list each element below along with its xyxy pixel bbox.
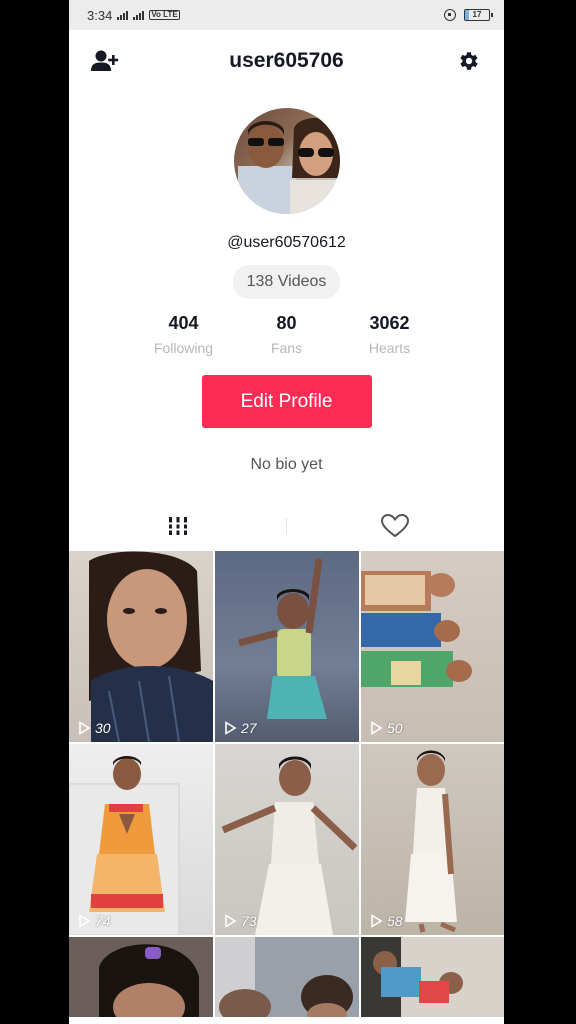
play-icon bbox=[225, 914, 237, 928]
tab-videos[interactable] bbox=[69, 501, 287, 551]
avatar-photo-person-2 bbox=[289, 118, 340, 214]
signal-icon bbox=[117, 10, 129, 20]
video-thumbnail[interactable] bbox=[361, 937, 504, 1017]
stat-label: Following bbox=[153, 340, 214, 356]
stat-label: Hearts bbox=[368, 340, 411, 356]
avatar[interactable] bbox=[233, 108, 340, 214]
page-title: user605706 bbox=[229, 49, 344, 72]
view-count: 73 bbox=[223, 913, 257, 929]
stat-value: 404 bbox=[168, 313, 199, 333]
play-icon bbox=[79, 914, 91, 928]
status-bar: 3:34 Vo LTE 17 bbox=[69, 0, 504, 30]
heart-icon bbox=[381, 514, 410, 538]
volte-badge: Vo LTE bbox=[149, 10, 180, 20]
stat-label: Fans bbox=[270, 340, 303, 356]
stat-fans[interactable]: 80 Fans bbox=[235, 313, 338, 356]
avatar-photo-person-1 bbox=[237, 121, 296, 214]
battery-icon: 17 bbox=[464, 9, 493, 21]
thumbnail-photo bbox=[215, 937, 359, 1017]
view-count-value: 50 bbox=[387, 720, 403, 736]
gear-icon bbox=[460, 52, 478, 70]
signal-icon-2 bbox=[133, 10, 145, 20]
settings-button[interactable] bbox=[452, 45, 484, 77]
view-count: 50 bbox=[369, 720, 403, 736]
user-handle: @user60570612 bbox=[227, 234, 346, 251]
play-icon bbox=[371, 721, 383, 735]
play-icon bbox=[79, 721, 91, 735]
videos-count-badge: 138 Videos bbox=[232, 265, 341, 299]
view-count-value: 58 bbox=[387, 913, 403, 929]
thumbnail-photo bbox=[221, 756, 358, 935]
grid-icon bbox=[166, 517, 189, 535]
video-thumbnail[interactable] bbox=[215, 937, 359, 1017]
view-count-value: 74 bbox=[95, 913, 111, 929]
thumbnail-photo bbox=[361, 937, 504, 1017]
video-thumbnail[interactable] bbox=[69, 937, 213, 1017]
add-friend-button[interactable] bbox=[89, 45, 121, 77]
video-thumbnail[interactable]: 73 bbox=[215, 744, 359, 935]
video-thumbnail[interactable]: 58 bbox=[361, 744, 504, 935]
view-count: 30 bbox=[77, 720, 111, 736]
thumbnail-photo bbox=[215, 551, 359, 742]
play-icon bbox=[371, 914, 383, 928]
tab-liked[interactable] bbox=[287, 501, 505, 551]
person-plus-icon bbox=[91, 50, 119, 71]
view-count: 74 bbox=[77, 913, 111, 929]
thumbnail-photo bbox=[361, 571, 472, 687]
profile-tabs bbox=[69, 501, 504, 551]
view-count: 58 bbox=[369, 913, 403, 929]
stat-value: 80 bbox=[276, 313, 297, 333]
video-grid: 30 27 50 74 73 58 bbox=[69, 551, 504, 1017]
tab-divider bbox=[286, 518, 287, 534]
edit-profile-button[interactable]: Edit Profile bbox=[201, 375, 372, 428]
stat-following[interactable]: 404 Following bbox=[132, 313, 235, 356]
view-count-value: 27 bbox=[241, 720, 257, 736]
view-count-value: 30 bbox=[95, 720, 111, 736]
bio-text[interactable]: No bio yet bbox=[69, 456, 504, 474]
video-thumbnail[interactable]: 27 bbox=[215, 551, 359, 742]
thumbnail-photo bbox=[405, 750, 457, 933]
view-count: 27 bbox=[223, 720, 257, 736]
stat-hearts[interactable]: 3062 Hearts bbox=[338, 313, 441, 356]
video-thumbnail[interactable]: 74 bbox=[69, 744, 213, 935]
thumbnail-photo bbox=[69, 756, 180, 935]
profile-stats: 404 Following 80 Fans 3062 Hearts bbox=[69, 313, 504, 356]
video-thumbnail[interactable]: 30 bbox=[69, 551, 213, 742]
thumbnail-photo bbox=[69, 937, 213, 1017]
play-icon bbox=[225, 721, 237, 735]
stat-value: 3062 bbox=[369, 313, 410, 333]
status-time: 3:34 bbox=[87, 7, 113, 23]
rotation-lock-icon bbox=[444, 9, 456, 21]
profile-screen: 3:34 Vo LTE 17 user605706 @user60570612 … bbox=[69, 0, 504, 1024]
profile-header: user605706 bbox=[69, 30, 504, 92]
video-thumbnail[interactable]: 50 bbox=[361, 551, 504, 742]
battery-level: 17 bbox=[472, 10, 482, 19]
view-count-value: 73 bbox=[241, 913, 257, 929]
thumbnail-photo bbox=[89, 551, 213, 742]
